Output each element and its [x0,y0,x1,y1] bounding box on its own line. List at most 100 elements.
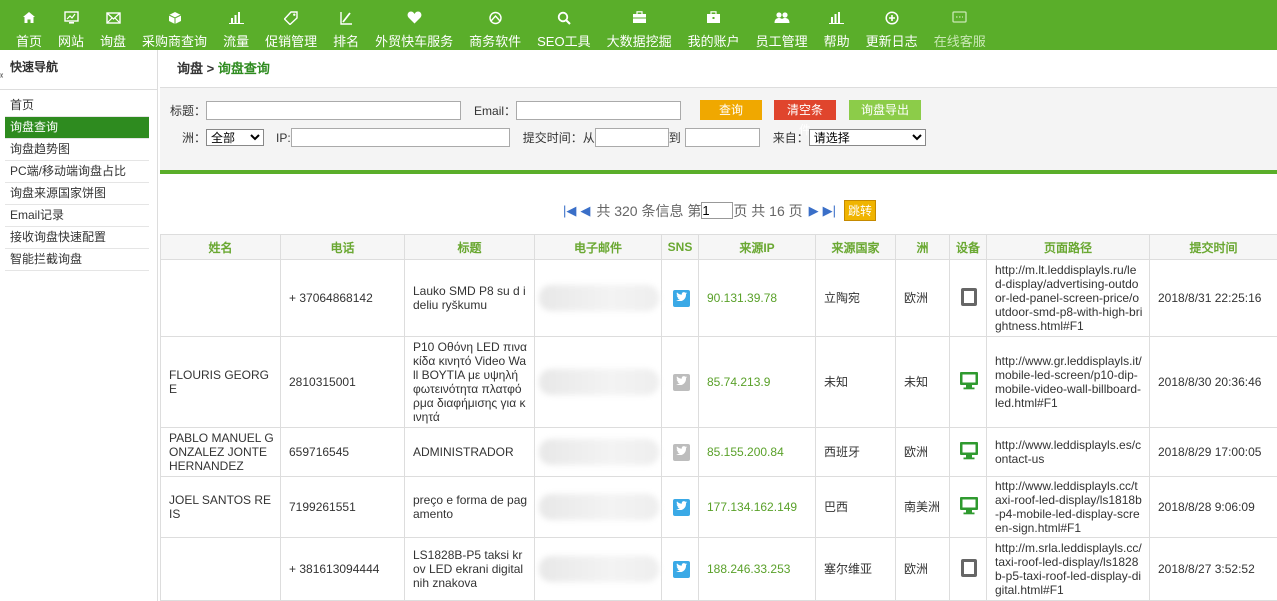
collapse-arrow-icon[interactable]: « [0,70,4,81]
sidebar-item-3[interactable]: PC端/移动端询盘占比 [5,161,149,183]
breadcrumb-separator: > [203,61,218,76]
twitter-icon[interactable] [672,560,690,578]
nav-item-6[interactable]: 排名 [325,0,367,50]
cell-continent: 南美洲 [895,476,950,538]
column-header[interactable]: 标题 [404,234,535,260]
cell-title: Lauko SMD P8 su d ideliu ryškumu [404,259,535,337]
cell-title: P10 Οθόνη LED πινακίδα κινητό Video Wall… [404,336,535,428]
pager: |◀ ◀ 共 320 条信息 第 页 共 16 页 ▶ ▶| 跳转 [160,200,1277,221]
email-blurred [539,556,659,582]
sidebar-item-6[interactable]: 接收询盘快速配置 [5,227,149,249]
cell-name: FLOURIS GEORGE [160,336,281,428]
nav-item-12[interactable]: 员工管理 [748,0,816,50]
nav-item-2[interactable]: 询盘 [92,0,134,50]
email-label: Email： [474,103,517,118]
column-header[interactable]: 电话 [280,234,405,260]
twitter-icon[interactable] [672,289,690,307]
source-label: 来自： [772,131,809,145]
time-from-input[interactable] [594,128,669,147]
title-input[interactable] [206,100,462,120]
query-button[interactable]: 查询 [700,100,763,120]
column-header[interactable]: 提交时间 [1149,234,1277,260]
nav-item-label: 帮助 [823,34,850,49]
nav-item-label: 在线客服 [933,34,986,49]
column-header[interactable]: 来源IP [698,234,816,260]
sidebar-item-1[interactable]: 询盘查询 [5,117,149,139]
time-to-input[interactable] [684,128,760,147]
inquiry-table: 姓名 电话 标题 电子邮件 SNS 来源IP 来源国家洲设备 页面路径 提交时间 + 37064… [160,234,1277,601]
sidebar-item-0[interactable]: 首页 [5,95,149,117]
last-page-icon[interactable]: ▶| [823,203,836,219]
cell-device [949,427,987,477]
source-select[interactable]: 请选择 [808,129,926,146]
continent-select[interactable]: 全部 [206,129,265,146]
account-icon [706,10,722,25]
cell-ip: 85.155.200.84 [698,427,816,477]
ip-input[interactable] [290,128,510,147]
column-header[interactable]: 来源国家 [815,234,896,260]
page-input[interactable] [701,202,734,219]
column-header[interactable]: 姓名 [160,234,281,260]
table-row[interactable]: FLOURIS GEORGE 2810315001 P10 Οθόνη LED πι… [160,336,1277,428]
breadcrumb-parent[interactable]: 询盘 [177,61,203,76]
ranking-icon [338,10,354,25]
table-row[interactable]: + 37064868142 Lauko SMD P8 su d ideliu ry… [160,259,1277,337]
nav-item-1[interactable]: 网站 [50,0,92,50]
nav-item-14[interactable]: 更新日志 [858,0,926,50]
main-content: 询盘 > 询盘查询 标题： Email： 查询 清空条件 询盘导出 洲： 全部 … [160,50,1277,601]
nav-item-9[interactable]: SEO工具 [529,0,598,50]
sidebar-item-4[interactable]: 询盘来源国家饼图 [5,183,149,205]
column-header[interactable]: 设备 [949,234,987,260]
column-header[interactable]: 电子邮件 [534,234,662,260]
export-button[interactable]: 询盘导出 [849,100,922,120]
table-row[interactable]: PABLO MANUEL GONZALEZ JONTE HERNANDEZ 659… [160,427,1277,477]
cell-page-path: http://www.leddisplayls.es/contact-us [986,427,1150,477]
nav-item-4[interactable]: 流量 [215,0,257,50]
twitter-icon[interactable] [672,373,690,391]
twitter-icon[interactable] [672,443,690,461]
nav-item-7[interactable]: 外贸快车服务 [367,0,461,50]
nav-item-label: 采购商查询 [142,34,208,49]
filter-panel: 标题： Email： 查询 清空条件 询盘导出 洲： 全部 IP: 提交时间：从… [160,88,1277,174]
table-row[interactable]: + 381613094444 LS1828B-P5 taksi krov LED … [160,537,1277,601]
nav-item-label: 询盘 [100,34,127,49]
clear-button[interactable]: 清空条件 [774,100,837,137]
cell-page-path: http://m.lt.leddisplayls.ru/led-display/… [986,259,1150,337]
cell-phone: + 381613094444 [280,537,405,601]
breadcrumb: 询盘 > 询盘查询 [160,50,1277,88]
sidebar-item-2[interactable]: 询盘趋势图 [5,139,149,161]
column-header[interactable]: 洲 [895,234,950,260]
nav-item-0[interactable]: 首页 [8,0,50,50]
nav-item-5[interactable]: 促销管理 [257,0,325,50]
cube-icon [167,10,183,25]
nav-item-11[interactable]: 我的账户 [680,0,748,50]
next-page-icon[interactable]: ▶ [809,203,819,219]
go-button[interactable]: 跳转 [844,200,877,221]
cell-country: 塞尔维亚 [815,537,896,601]
cell-title: ADMINISTRADOR [404,427,535,477]
cell-phone: 2810315001 [280,336,405,428]
nav-item-10[interactable]: 大数据挖掘 [599,0,680,50]
cell-phone: 659716545 [280,427,405,477]
nav-item-15[interactable]: 在线客服 [926,0,994,50]
table-row[interactable]: JOEL SANTOS REIS 7199261551 preço e forma … [160,476,1277,538]
first-page-icon[interactable]: |◀ [563,203,576,219]
column-header[interactable]: SNS [661,234,699,260]
sidebar-item-7[interactable]: 智能拦截询盘 [5,249,149,271]
nav-item-3[interactable]: 采购商查询 [134,0,215,50]
nav-item-label: 排名 [333,34,360,49]
search-icon [556,10,572,25]
tag-icon [283,10,299,25]
nav-item-13[interactable]: 帮助 [816,0,858,50]
prev-page-icon[interactable]: ◀ [580,203,590,219]
email-input[interactable] [516,100,682,120]
column-header[interactable]: 页面路径 [986,234,1150,260]
nav-item-label: 大数据挖掘 [606,34,672,49]
bar-chart-icon [228,10,244,25]
nav-item-8[interactable]: 商务软件 [461,0,529,50]
cell-device [949,476,987,538]
sidebar-item-5[interactable]: Email记录 [5,205,149,227]
cell-name [160,537,281,601]
cell-country: 立陶宛 [815,259,896,337]
twitter-icon[interactable] [672,498,690,516]
